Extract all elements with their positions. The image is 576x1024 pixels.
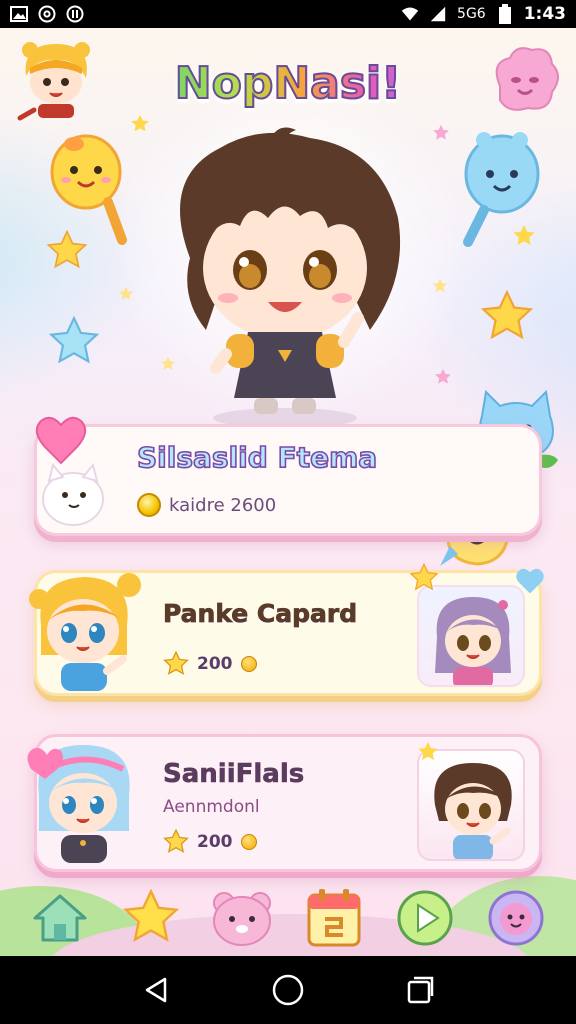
card-stat: 200 <box>163 829 257 855</box>
card-stat: 200 <box>163 651 257 677</box>
play-button[interactable] <box>393 886 457 950</box>
play-icon <box>397 890 453 946</box>
star-icon <box>163 829 189 853</box>
recents-square-icon <box>407 976 434 1004</box>
cat-with-heart-icon <box>35 416 104 526</box>
coin-icon <box>240 656 257 672</box>
character-portrait <box>417 585 525 687</box>
at-sign-icon <box>38 5 56 23</box>
navigation-bar <box>0 956 576 1024</box>
bubble-face-icon <box>488 890 544 946</box>
card-stat-value: 200 <box>197 832 233 852</box>
star-icon <box>513 225 535 245</box>
status-bar: 5G6 1:43 <box>0 0 576 28</box>
home-circle-icon <box>272 974 304 1006</box>
character-portrait <box>417 749 525 861</box>
card-title: Panke Capard <box>163 599 358 629</box>
coin-icon <box>137 493 161 517</box>
signal-icon <box>429 5 447 23</box>
wifi-icon <box>401 5 419 23</box>
back-triangle-icon <box>145 977 167 1003</box>
calendar-icon <box>307 889 361 947</box>
bottom-dock <box>0 880 576 956</box>
recents-button[interactable] <box>400 970 440 1010</box>
card-stat: kaidre 2600 <box>137 493 276 517</box>
star-icon <box>122 889 180 942</box>
card-stat-text: kaidre 2600 <box>169 494 277 516</box>
game-screen: NopNasi! Silsaslid Ftema kaidre 2600 Pan… <box>0 28 576 956</box>
card-title: Silsaslid Ftema <box>136 440 378 475</box>
home-button[interactable] <box>28 886 92 950</box>
card-stat-value: 200 <box>197 654 233 674</box>
notification-icon <box>66 5 84 23</box>
heart-icon <box>516 568 544 594</box>
bear-icon <box>213 892 272 946</box>
status-bar-right: 5G6 1:43 <box>401 4 566 24</box>
home-nav-button[interactable] <box>268 970 308 1010</box>
blonde-girl-avatar <box>29 573 141 691</box>
event-card[interactable]: Silsaslid Ftema kaidre 2600 <box>34 416 542 536</box>
star-icon <box>119 286 133 300</box>
network-label: 5G6 <box>457 6 486 22</box>
favorites-button[interactable] <box>119 886 183 950</box>
battery-icon <box>496 4 514 24</box>
blonde-chibi-icon <box>17 42 90 121</box>
back-button[interactable] <box>136 970 176 1010</box>
gallery-icon <box>10 5 28 23</box>
brown-hair-boy-avatar <box>434 763 512 859</box>
blue-hair-girl-avatar <box>27 745 130 863</box>
home-icon <box>33 894 87 942</box>
card-subtitle: Aennmdonl <box>163 797 260 817</box>
star-icon <box>435 368 451 384</box>
pets-button[interactable] <box>210 886 274 950</box>
status-bar-left <box>10 5 84 23</box>
card-title: SaniiFlals <box>163 759 305 790</box>
star-icon <box>163 651 189 675</box>
star-icon <box>409 563 439 591</box>
star-icon <box>48 316 100 364</box>
game-title: NopNasi! <box>160 50 416 116</box>
star-icon <box>418 741 438 761</box>
star-icon <box>433 124 449 140</box>
star-icon <box>480 290 534 340</box>
status-time: 1:43 <box>523 4 566 24</box>
character-card[interactable]: Panke Capard 200 <box>29 563 544 696</box>
star-icon <box>433 278 447 292</box>
chat-button[interactable] <box>484 886 548 950</box>
purple-hair-girl-avatar <box>435 597 511 685</box>
pink-cloud-icon <box>495 47 559 111</box>
main-character <box>180 127 401 428</box>
calendar-button[interactable] <box>302 886 366 950</box>
star-icon <box>46 230 88 269</box>
character-card[interactable]: SaniiFlals Aennmdonl 200 <box>27 734 542 872</box>
star-icon <box>131 114 149 132</box>
coin-icon <box>240 834 257 850</box>
